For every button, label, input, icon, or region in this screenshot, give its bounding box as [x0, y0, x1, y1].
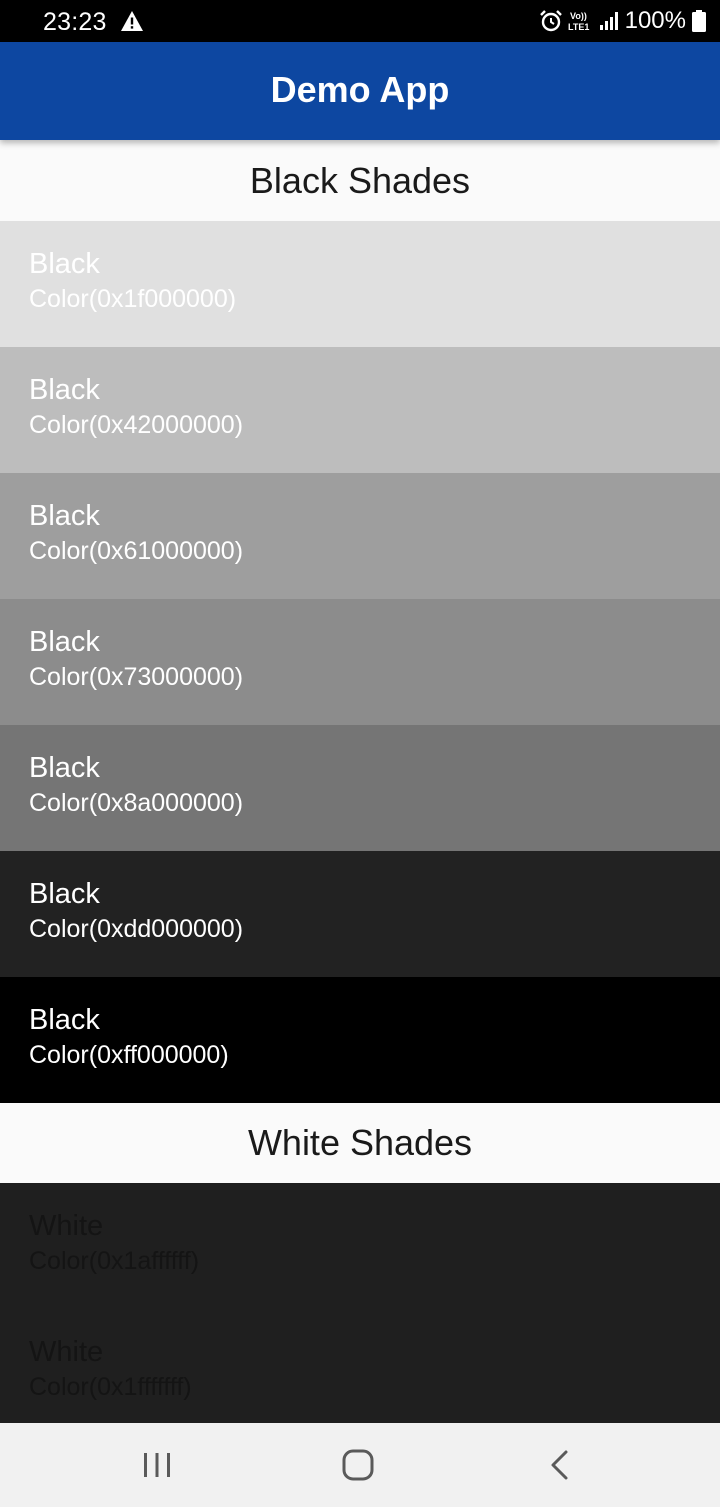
shade-row-black-8a[interactable]: Black Color(0x8a000000) — [0, 725, 720, 851]
back-icon[interactable] — [540, 1445, 580, 1485]
shade-code: Color(0x1f000000) — [29, 285, 237, 313]
section-header-white: White Shades — [0, 1103, 720, 1183]
battery-percentage: 100% — [624, 7, 686, 34]
shade-name: White — [29, 1336, 104, 1368]
app-bar: Demo App — [0, 42, 720, 140]
status-icons: Vo)) LTE1 100% — [539, 6, 706, 36]
shade-name: White — [29, 1210, 104, 1242]
shade-code: Color(0xff000000) — [29, 1041, 229, 1069]
shade-row-black-61[interactable]: Black Color(0x61000000) — [0, 473, 720, 599]
navigation-bar — [0, 1423, 720, 1507]
shade-name: Black — [29, 1004, 100, 1036]
shade-code: Color(0x1fffffff) — [29, 1373, 192, 1401]
shade-code: Color(0xdd000000) — [29, 915, 244, 943]
volte-icon: Vo)) LTE1 — [568, 11, 589, 32]
section-header-black: Black Shades — [0, 140, 720, 221]
svg-text:LTE1: LTE1 — [568, 22, 589, 32]
shade-code: Color(0x42000000) — [29, 411, 244, 439]
shade-name: Black — [29, 752, 100, 784]
shade-name: Black — [29, 374, 100, 406]
shade-code: Color(0x1affffff) — [29, 1247, 200, 1275]
status-bar: 23:23 Vo)) LTE1 100% — [0, 0, 720, 42]
shade-row-black-42[interactable]: Black Color(0x42000000) — [0, 347, 720, 473]
recents-icon[interactable] — [137, 1445, 177, 1485]
shade-name: Black — [29, 878, 100, 910]
shade-row-white-1a[interactable]: White Color(0x1affffff) — [0, 1183, 720, 1309]
shade-code: Color(0x61000000) — [29, 537, 244, 565]
shade-code: Color(0x8a000000) — [29, 789, 244, 817]
signal-icon — [599, 12, 618, 30]
shade-row-black-1f[interactable]: Black Color(0x1f000000) — [0, 221, 720, 347]
shade-row-white-1f[interactable]: White Color(0x1fffffff) — [0, 1309, 720, 1423]
alarm-icon — [539, 10, 562, 32]
shade-name: Black — [29, 500, 100, 532]
shade-row-black-dd[interactable]: Black Color(0xdd000000) — [0, 851, 720, 977]
shade-name: Black — [29, 248, 100, 280]
app-title: Demo App — [270, 69, 450, 110]
shade-list[interactable]: Black Shades Black Color(0x1f000000) Bla… — [0, 140, 720, 1423]
battery-icon — [692, 10, 706, 32]
shade-row-black-ff[interactable]: Black Color(0xff000000) — [0, 977, 720, 1103]
home-icon[interactable] — [338, 1445, 378, 1485]
shade-name: Black — [29, 626, 100, 658]
shade-row-black-73[interactable]: Black Color(0x73000000) — [0, 599, 720, 725]
shade-code: Color(0x73000000) — [29, 663, 244, 691]
svg-text:Vo)): Vo)) — [570, 11, 587, 21]
status-time: 23:23 — [43, 8, 107, 36]
warning-icon — [121, 11, 143, 31]
